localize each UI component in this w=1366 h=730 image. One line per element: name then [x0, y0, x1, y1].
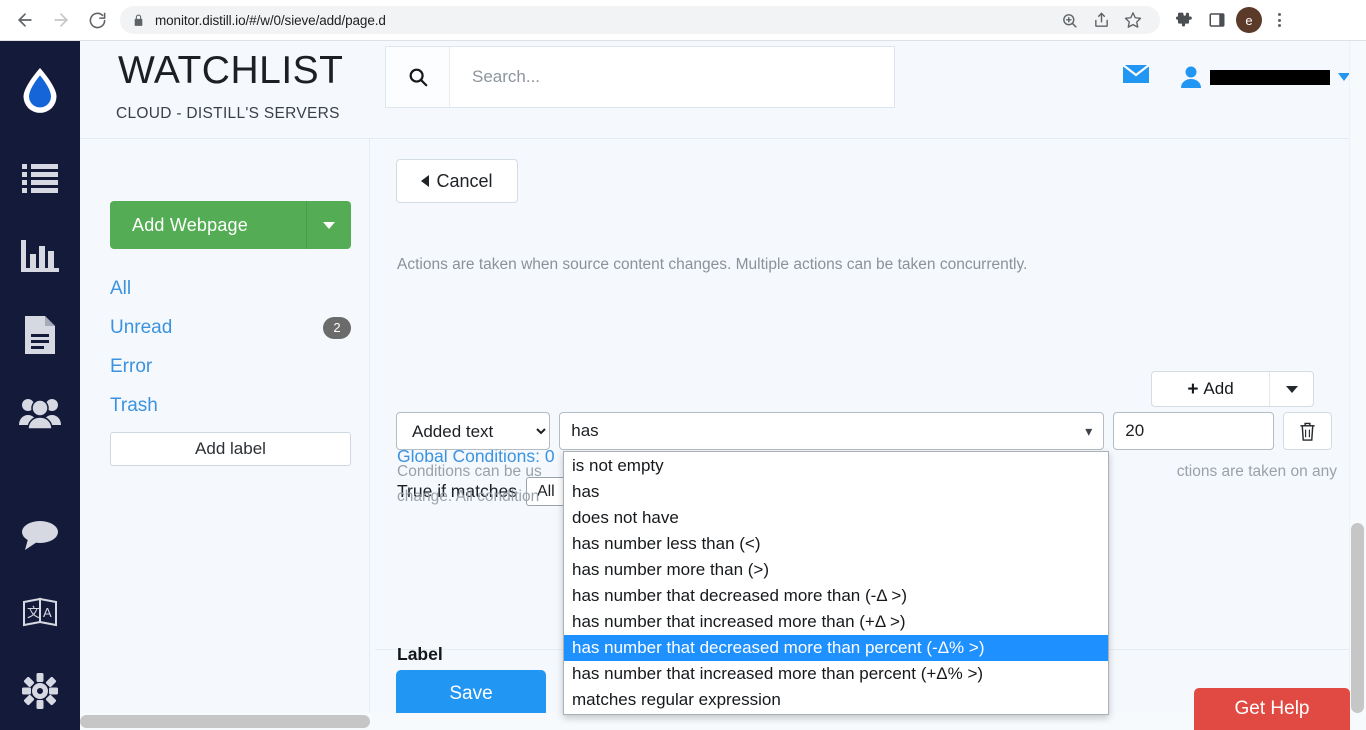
- svg-text:A: A: [43, 605, 52, 620]
- dropdown-option[interactable]: has number that decreased more than (-Δ …: [564, 583, 1108, 609]
- save-button[interactable]: Save: [396, 670, 546, 717]
- dropdown-option[interactable]: does not have: [564, 505, 1108, 531]
- star-icon[interactable]: [1118, 5, 1148, 35]
- condition-type-select[interactable]: Added text: [396, 412, 550, 450]
- user-menu[interactable]: [1180, 65, 1350, 89]
- sidebar-item-watchlist-list-icon[interactable]: [0, 140, 80, 218]
- reload-icon[interactable]: [80, 3, 114, 37]
- unread-count-badge: 2: [323, 317, 351, 339]
- sidebar-item-team-people-icon[interactable]: [0, 374, 80, 452]
- vertical-scrollbar-thumb[interactable]: [1351, 523, 1364, 713]
- cancel-button-label: Cancel: [436, 171, 492, 192]
- browser-toolbar: monitor.distill.io/#/w/0/sieve/add/page.…: [0, 0, 1366, 41]
- browser-toolbar-right: e: [1168, 5, 1298, 35]
- page-subtitle: CLOUD - DISTILL'S SERVERS: [116, 105, 340, 123]
- dropdown-option[interactable]: matches regular expression: [564, 687, 1108, 713]
- address-bar-url: monitor.distill.io/#/w/0/sieve/add/page.…: [155, 13, 386, 28]
- dropdown-option[interactable]: has number less than (<): [564, 531, 1108, 557]
- side-panel-icon[interactable]: [1202, 5, 1232, 35]
- filter-label: Error: [110, 356, 351, 378]
- condition-operator-select[interactable]: has ▾: [559, 412, 1104, 450]
- get-help-button[interactable]: Get Help: [1194, 688, 1350, 730]
- address-bar[interactable]: monitor.distill.io/#/w/0/sieve/add/page.…: [120, 6, 1160, 34]
- cancel-button[interactable]: Cancel: [396, 159, 518, 203]
- add-label-button[interactable]: Add label: [110, 432, 351, 466]
- condition-row: Added text has ▾: [396, 412, 1332, 450]
- sidebar-item-reports-bar-chart-icon[interactable]: [0, 218, 80, 296]
- dropdown-option[interactable]: has number that increased more than (+Δ …: [564, 609, 1108, 635]
- browser-nav-buttons: [0, 3, 114, 37]
- filter-label: All: [110, 278, 351, 300]
- filter-list: All Unread 2 Error Trash: [110, 269, 351, 425]
- lock-icon: [132, 14, 145, 27]
- add-webpage-dropdown-toggle[interactable]: [306, 201, 351, 249]
- filter-label: Unread: [110, 317, 323, 339]
- sidebar-item-all[interactable]: All: [110, 269, 351, 308]
- zoom-icon[interactable]: [1054, 5, 1084, 35]
- label-heading: Label: [397, 644, 443, 665]
- conditions-help-line1: Conditions can be us: [397, 463, 542, 480]
- forward-arrow-icon[interactable]: [44, 3, 78, 37]
- horizontal-scrollbar[interactable]: [80, 713, 1366, 730]
- dropdown-option[interactable]: has number that decreased more than perc…: [564, 635, 1108, 661]
- search-box: [385, 46, 895, 108]
- conditions-help-line2: change. All condition: [397, 488, 539, 505]
- condition-operator-wrapper: has ▾: [559, 412, 1104, 450]
- actions-note: Actions are taken when source content ch…: [397, 256, 1357, 274]
- profile-avatar[interactable]: e: [1236, 7, 1262, 33]
- username-redacted: [1210, 70, 1330, 85]
- delete-condition-button[interactable]: [1283, 412, 1332, 450]
- kebab-menu-icon[interactable]: [1266, 5, 1292, 35]
- omnibox-actions: [1054, 5, 1148, 35]
- app-icon-rail: 文 A: [0, 41, 80, 730]
- add-button-label: Add: [1203, 379, 1233, 399]
- horizontal-scrollbar-thumb[interactable]: [80, 715, 370, 728]
- app-header: WATCHLIST CLOUD - DISTILL'S SERVERS: [80, 41, 1366, 139]
- sidebar-item-unread[interactable]: Unread 2: [110, 308, 351, 347]
- user-icon: [1180, 65, 1202, 89]
- plus-icon: +: [1187, 380, 1198, 399]
- search-input[interactable]: [450, 47, 894, 107]
- header-right-actions: [1122, 63, 1350, 90]
- condition-operator-value: has: [571, 421, 598, 441]
- search-icon[interactable]: [386, 47, 450, 107]
- dropdown-option[interactable]: has number that increased more than perc…: [564, 661, 1108, 687]
- chevron-down-icon: ▾: [1085, 423, 1092, 440]
- vertical-scrollbar[interactable]: [1349, 41, 1366, 730]
- sidebar-item-trash[interactable]: Trash: [110, 386, 351, 425]
- sidebar-item-chat-bubble-icon[interactable]: [0, 496, 80, 574]
- chevron-left-icon: [421, 175, 429, 187]
- sidebar-item-translate-icon[interactable]: 文 A: [0, 574, 80, 652]
- chevron-down-icon: [323, 222, 335, 229]
- main-content: Cancel Actions are taken when source con…: [370, 139, 1366, 730]
- conditions-help-line1-tail: ctions are taken on any: [1177, 459, 1337, 484]
- svg-text:文: 文: [27, 606, 40, 621]
- watchlist-left-panel: Add Webpage All Unread 2 Error Trash Add…: [80, 139, 370, 730]
- envelope-icon[interactable]: [1122, 63, 1150, 90]
- add-webpage-label: Add Webpage: [110, 215, 306, 236]
- dropdown-option[interactable]: has number more than (>): [564, 557, 1108, 583]
- sidebar-item-settings-gear-icon[interactable]: [0, 652, 80, 730]
- add-condition-button[interactable]: + Add: [1152, 372, 1269, 406]
- back-arrow-icon[interactable]: [8, 3, 42, 37]
- distill-app: 文 A WATCHLIST CLOUD - DISTILL'S SERVERS: [0, 41, 1366, 730]
- share-icon[interactable]: [1086, 5, 1116, 35]
- add-condition-button-group: + Add: [1151, 371, 1314, 407]
- condition-value-input[interactable]: [1113, 412, 1274, 450]
- condition-operator-dropdown[interactable]: is not emptyhasdoes not havehas number l…: [563, 451, 1109, 715]
- puzzle-icon[interactable]: [1168, 5, 1198, 35]
- add-webpage-button[interactable]: Add Webpage: [110, 201, 351, 249]
- dropdown-option[interactable]: is not empty: [564, 453, 1108, 479]
- sidebar-item-error[interactable]: Error: [110, 347, 351, 386]
- dropdown-option[interactable]: has: [564, 479, 1108, 505]
- chevron-down-icon: [1286, 386, 1298, 393]
- sidebar-item-logs-document-icon[interactable]: [0, 296, 80, 374]
- add-condition-dropdown-toggle[interactable]: [1269, 372, 1313, 406]
- filter-label: Trash: [110, 395, 351, 417]
- distill-logo-water-drop-icon[interactable]: [0, 41, 80, 140]
- page-title: WATCHLIST: [118, 49, 344, 93]
